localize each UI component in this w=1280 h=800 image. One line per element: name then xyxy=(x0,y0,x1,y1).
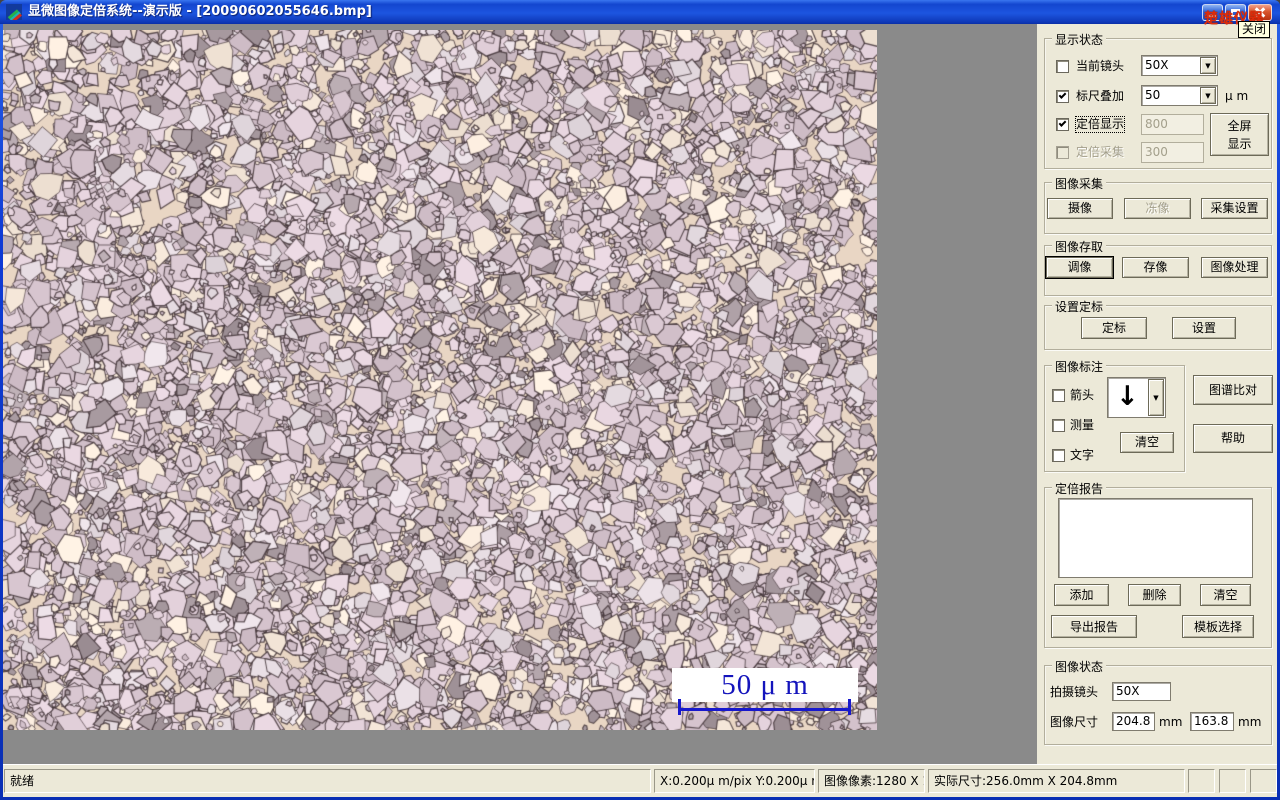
scale-bar-line xyxy=(678,708,851,711)
template-select-button[interactable]: 模板选择 xyxy=(1182,615,1254,638)
status-actual-size: 实际尺寸:256.0mm X 204.8mm xyxy=(928,769,1185,793)
group-image-storage-label: 图像存取 xyxy=(1052,238,1107,255)
checkbox-fixed-capture-label: 定倍采集 xyxy=(1076,145,1125,159)
checkbox-scale-overlay-label: 标尺叠加 xyxy=(1076,89,1125,103)
input-fixed-capture: 300 xyxy=(1141,142,1204,163)
group-report-label: 定倍报告 xyxy=(1052,480,1107,497)
chevron-down-icon[interactable]: ▼ xyxy=(1200,87,1216,104)
capture-settings-button[interactable]: 采集设置 xyxy=(1201,198,1268,219)
report-list[interactable] xyxy=(1058,498,1253,578)
image-width-unit: mm xyxy=(1159,715,1183,729)
app-icon xyxy=(6,4,22,20)
shoot-button[interactable]: 摄像 xyxy=(1047,198,1113,219)
chevron-down-icon[interactable]: ▼ xyxy=(1200,57,1216,74)
status-empty-3 xyxy=(1250,769,1277,793)
report-clear-button[interactable]: 清空 xyxy=(1200,584,1251,606)
clear-annotation-button[interactable]: 清空 xyxy=(1120,432,1174,453)
group-display-status-label: 显示状态 xyxy=(1052,31,1107,48)
combo-scale-value-text: 50 xyxy=(1145,88,1161,102)
input-fixed-display: 800 xyxy=(1141,114,1204,135)
save-image-button[interactable]: 存像 xyxy=(1122,257,1189,278)
checkbox-arrow[interactable] xyxy=(1052,389,1065,402)
checkbox-current-lens[interactable] xyxy=(1056,60,1069,73)
close-tooltip: 关闭 xyxy=(1238,21,1271,38)
checkbox-measure-label: 测量 xyxy=(1070,418,1095,432)
checkbox-fixed-display-label: 定倍显示 xyxy=(1074,116,1126,133)
combo-current-lens-value: 50X xyxy=(1145,58,1169,72)
checkbox-scale-overlay[interactable] xyxy=(1056,90,1069,103)
scale-unit-label: μ m xyxy=(1225,89,1249,103)
image-height-field: 163.8 xyxy=(1190,712,1234,731)
micrograph-image[interactable] xyxy=(3,30,877,730)
image-size-label: 图像尺寸 xyxy=(1050,715,1099,729)
checkbox-measure[interactable] xyxy=(1052,419,1065,432)
checkbox-current-lens-label: 当前镜头 xyxy=(1076,59,1125,73)
arrow-down-icon: ↓ xyxy=(1116,381,1139,412)
checkbox-fixed-display[interactable] xyxy=(1056,118,1069,131)
status-ready: 就绪 xyxy=(4,769,651,793)
checkbox-text-label: 文字 xyxy=(1070,448,1095,462)
group-calibration-label: 设置定标 xyxy=(1052,298,1107,315)
image-width-field: 204.8 xyxy=(1112,712,1155,731)
status-image-pixels: 图像像素:1280 X 1024 xyxy=(818,769,925,793)
checkbox-arrow-label: 箭头 xyxy=(1070,388,1095,402)
check-icon xyxy=(1058,91,1067,99)
export-report-button[interactable]: 导出报告 xyxy=(1051,615,1137,638)
calibrate-button[interactable]: 定标 xyxy=(1081,317,1147,339)
chevron-down-icon[interactable]: ▼ xyxy=(1148,379,1164,416)
combo-scale-value[interactable]: 50 ▼ xyxy=(1141,85,1218,106)
group-annotation-label: 图像标注 xyxy=(1052,358,1107,375)
report-add-button[interactable]: 添加 xyxy=(1054,584,1109,606)
image-process-button[interactable]: 图像处理 xyxy=(1201,257,1268,278)
window-title: 显微图像定倍系统--演示版 - [20090602055646.bmp] xyxy=(28,4,372,19)
fullscreen-button[interactable]: 全屏 显示 xyxy=(1210,113,1269,156)
status-bar: 就绪 X:0.200μ m/pix Y:0.200μ m/pix 图像像素:12… xyxy=(3,764,1277,797)
group-image-status xyxy=(1044,665,1272,745)
application-window: 显微图像定倍系统--演示版 - [20090602055646.bmp] 楚雄仪… xyxy=(0,0,1280,800)
atlas-compare-button[interactable]: 图谱比对 xyxy=(1193,375,1273,405)
scale-bar-tick-left xyxy=(678,699,681,715)
scale-bar-label: 50 μ m xyxy=(672,668,858,702)
group-image-status-label: 图像状态 xyxy=(1052,658,1107,675)
checkbox-text[interactable] xyxy=(1052,449,1065,462)
load-image-button[interactable]: 调像 xyxy=(1045,256,1114,279)
arrow-style-combo[interactable]: ↓ ▼ xyxy=(1107,377,1166,418)
title-bar: 显微图像定倍系统--演示版 - [20090602055646.bmp] xyxy=(0,0,1280,24)
check-icon xyxy=(1058,119,1067,127)
help-button[interactable]: 帮助 xyxy=(1193,424,1273,453)
lens-label: 拍摄镜头 xyxy=(1050,685,1099,699)
client-area: 50 μ m 显示状态 当前镜头 50X ▼ 标尺叠加 50 ▼ μ m 定倍显… xyxy=(3,24,1277,797)
calibration-settings-button[interactable]: 设置 xyxy=(1172,317,1236,339)
checkbox-fixed-capture xyxy=(1056,146,1069,159)
scale-bar-tick-right xyxy=(848,699,851,715)
freeze-button: 冻像 xyxy=(1124,198,1191,219)
status-xy-scale: X:0.200μ m/pix Y:0.200μ m/pix xyxy=(654,769,815,793)
image-viewport: 50 μ m xyxy=(3,24,1037,764)
status-empty-2 xyxy=(1219,769,1246,793)
group-image-capture-label: 图像采集 xyxy=(1052,175,1107,192)
combo-current-lens[interactable]: 50X ▼ xyxy=(1141,55,1218,76)
report-delete-button[interactable]: 删除 xyxy=(1128,584,1181,606)
status-empty-1 xyxy=(1188,769,1215,793)
lens-value-field: 50X xyxy=(1112,682,1171,701)
image-height-unit: mm xyxy=(1238,715,1262,729)
